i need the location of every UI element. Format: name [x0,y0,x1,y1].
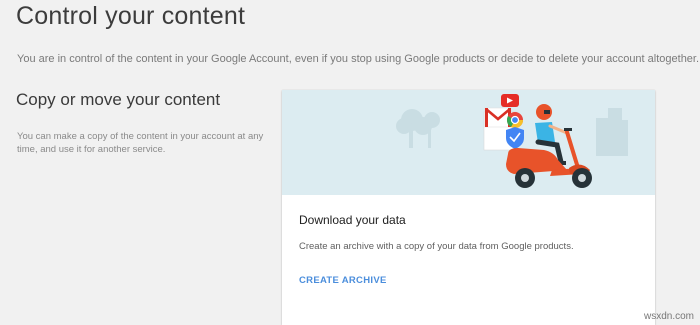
section-title: Copy or move your content [16,90,221,109]
download-data-card: Download your data Create an archive wit… [282,90,655,325]
intro-text: You are in control of the content in you… [17,53,700,65]
tree-illustration [396,109,440,148]
scooter-delivery-illustration [282,90,655,195]
section-description: You can make a copy of the content in yo… [17,131,264,155]
gmail-icon [484,107,512,128]
card-title: Download your data [299,213,406,227]
chrome-icon [506,112,524,129]
watermark: wsxdn.com [643,311,694,322]
building-illustration [596,108,628,156]
create-archive-button[interactable]: CREATE ARCHIVE [299,275,387,286]
page-title: Control your content [16,2,246,30]
youtube-icon [501,94,519,107]
card-description: Create an archive with a copy of your da… [299,241,574,252]
